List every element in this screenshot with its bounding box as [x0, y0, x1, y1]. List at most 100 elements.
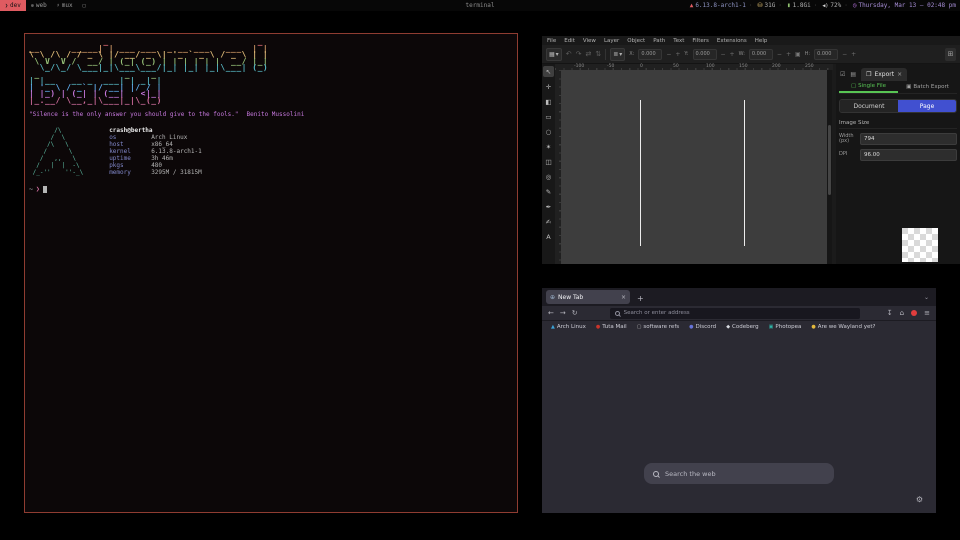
lock-ratio-icon[interactable]: ▣: [795, 51, 801, 58]
select-mode-dropdown[interactable]: ▦▾: [546, 48, 562, 61]
close-tab-icon[interactable]: ×: [621, 294, 626, 301]
fetch-row: uptime3h 46m: [109, 155, 202, 162]
close-icon[interactable]: ×: [897, 71, 902, 78]
bookmark-photopea[interactable]: ▣Photopea: [769, 324, 802, 330]
url-input[interactable]: Search or enter address: [610, 308, 860, 319]
height-input[interactable]: 0.000: [814, 49, 838, 60]
width-input[interactable]: 0.000: [749, 49, 773, 60]
flip-vertical-icon[interactable]: ⇅: [595, 50, 601, 58]
back-button[interactable]: ←: [548, 309, 554, 317]
rotate-ccw-icon[interactable]: ↶: [566, 50, 572, 58]
h-plus-button[interactable]: +: [851, 51, 856, 58]
menu-view[interactable]: View: [583, 38, 596, 44]
ruler-tick: 100: [706, 64, 715, 69]
menu-file[interactable]: File: [547, 38, 556, 44]
workspace-web[interactable]: ⊕ web: [26, 0, 52, 11]
bookmark-folder-software-refs[interactable]: ▢software refs: [637, 324, 679, 330]
x-plus-button[interactable]: +: [675, 51, 680, 58]
box-3d-tool[interactable]: ◫: [543, 156, 554, 167]
text-tool[interactable]: A: [543, 231, 554, 242]
desktop: ❯ dev ⊕ web ♯ mux □ terminal ▲ 6.13.8-ar…: [0, 0, 960, 540]
shell-prompt[interactable]: ~❯: [29, 185, 513, 193]
globe-favicon: ⊕: [550, 294, 555, 301]
x-minus-button[interactable]: −: [666, 51, 671, 58]
star-tool[interactable]: ✶: [543, 141, 554, 152]
reload-button[interactable]: ↻: [572, 309, 578, 317]
snap-toggle-button[interactable]: ⊞: [945, 48, 956, 61]
pen-tool[interactable]: ✒: [543, 201, 554, 212]
menu-edit[interactable]: Edit: [564, 38, 575, 44]
personalize-gear-icon[interactable]: ⚙: [916, 495, 923, 504]
menu-help[interactable]: Help: [755, 38, 768, 44]
page-button[interactable]: Page: [898, 100, 956, 112]
menu-extensions[interactable]: Extensions: [717, 38, 747, 44]
y-minus-button[interactable]: −: [721, 51, 726, 58]
disk-icon: ⛁: [758, 2, 763, 9]
downloads-button[interactable]: ↧: [887, 309, 893, 317]
new-tab-button[interactable]: +: [637, 294, 644, 303]
width-field-row: Width (px) 794: [839, 133, 957, 145]
dpi-label: DPI: [839, 152, 857, 158]
menu-button[interactable]: ≡: [924, 309, 930, 317]
tab-list-chevron-icon[interactable]: ⌄: [924, 294, 929, 301]
y-plus-button[interactable]: +: [730, 51, 735, 58]
w-minus-button[interactable]: −: [777, 51, 782, 58]
home-button[interactable]: ⌂: [900, 309, 904, 317]
dpi-input[interactable]: 96.00: [860, 149, 957, 161]
node-tool[interactable]: ✛: [543, 81, 554, 92]
stack-icon: ▣: [906, 84, 911, 90]
export-tab-label: Export: [874, 71, 894, 78]
workspace-label: dev: [10, 2, 21, 9]
bookmark-codeberg[interactable]: ◆Codeberg: [726, 324, 758, 330]
tab-single-file[interactable]: ▢Single File: [839, 81, 898, 93]
objects-panel-icon[interactable]: ▤: [850, 71, 856, 78]
menu-layer[interactable]: Layer: [604, 38, 619, 44]
pencil-tool[interactable]: ✎: [543, 186, 554, 197]
arch-ascii-logo: /\ / \ /\ \ / \ / ,, \ / | | -\ /_-'' ''…: [29, 127, 83, 176]
adblock-extension-icon[interactable]: [911, 310, 917, 316]
export-tab[interactable]: ❐ Export ×: [861, 68, 907, 81]
flip-horizontal-icon[interactable]: ⇄: [585, 50, 591, 58]
tab-batch-export[interactable]: ▣Batch Export: [898, 81, 957, 93]
quote-author: Benito Mussolini: [247, 111, 305, 118]
xml-editor-icon[interactable]: ☑: [840, 71, 845, 78]
w-plus-button[interactable]: +: [786, 51, 791, 58]
forward-button[interactable]: →: [560, 309, 566, 317]
ruler-tick: -100: [574, 64, 584, 69]
x-input[interactable]: 0.000: [638, 49, 662, 60]
y-input[interactable]: 0.000: [693, 49, 717, 60]
export-width-input[interactable]: 794: [860, 133, 957, 145]
url-placeholder: Search or enter address: [624, 310, 690, 316]
rectangle-tool[interactable]: ▭: [543, 111, 554, 122]
ellipse-tool[interactable]: ○: [543, 126, 554, 137]
workspace-4[interactable]: □: [78, 0, 91, 11]
bookmark-are-we-wayland-yet[interactable]: ●Are we Wayland yet?: [811, 324, 875, 330]
workspace-dev[interactable]: ❯ dev: [0, 0, 26, 11]
menu-text[interactable]: Text: [673, 38, 684, 44]
bookmark-tuta-mail[interactable]: ●Tuta Mail: [596, 324, 627, 330]
web-search-input[interactable]: Search the web: [644, 463, 834, 484]
bookmark-discord[interactable]: ●Discord: [689, 324, 716, 330]
scrollbar-thumb[interactable]: [828, 125, 831, 195]
active-tab[interactable]: ⊕ New Tab ×: [546, 290, 630, 304]
menu-filters[interactable]: Filters: [692, 38, 709, 44]
calligraphy-tool[interactable]: ✍: [543, 216, 554, 227]
rotate-cw-icon[interactable]: ↷: [576, 50, 582, 58]
fetch-info: crash@bertha osArch Linux hostx86_64 ker…: [109, 127, 202, 176]
menu-path[interactable]: Path: [653, 38, 665, 44]
folder-icon: ▢: [637, 324, 642, 330]
terminal-window[interactable]: _ _ __ _____| | ___ ___ _ __ ___ ___ | |…: [24, 33, 518, 513]
h-minus-button[interactable]: −: [842, 51, 847, 58]
spiral-tool[interactable]: ◎: [543, 171, 554, 182]
selector-tool[interactable]: ↖: [543, 66, 554, 77]
shape-builder-tool[interactable]: ◧: [543, 96, 554, 107]
workspace-mux[interactable]: ♯ mux: [52, 0, 78, 11]
document-button[interactable]: Document: [840, 100, 898, 112]
workspace-label: mux: [62, 2, 73, 9]
drawing-canvas[interactable]: [561, 70, 827, 264]
bookmark-arch-linux[interactable]: ▲Arch Linux: [551, 324, 586, 330]
raise-lower-dropdown[interactable]: ≣▾: [610, 48, 625, 61]
canvas-scrollbar[interactable]: [827, 70, 832, 264]
menu-object[interactable]: Object: [627, 38, 645, 44]
status-bar: ❯ dev ⊕ web ♯ mux □ terminal ▲ 6.13.8-ar…: [0, 0, 960, 11]
